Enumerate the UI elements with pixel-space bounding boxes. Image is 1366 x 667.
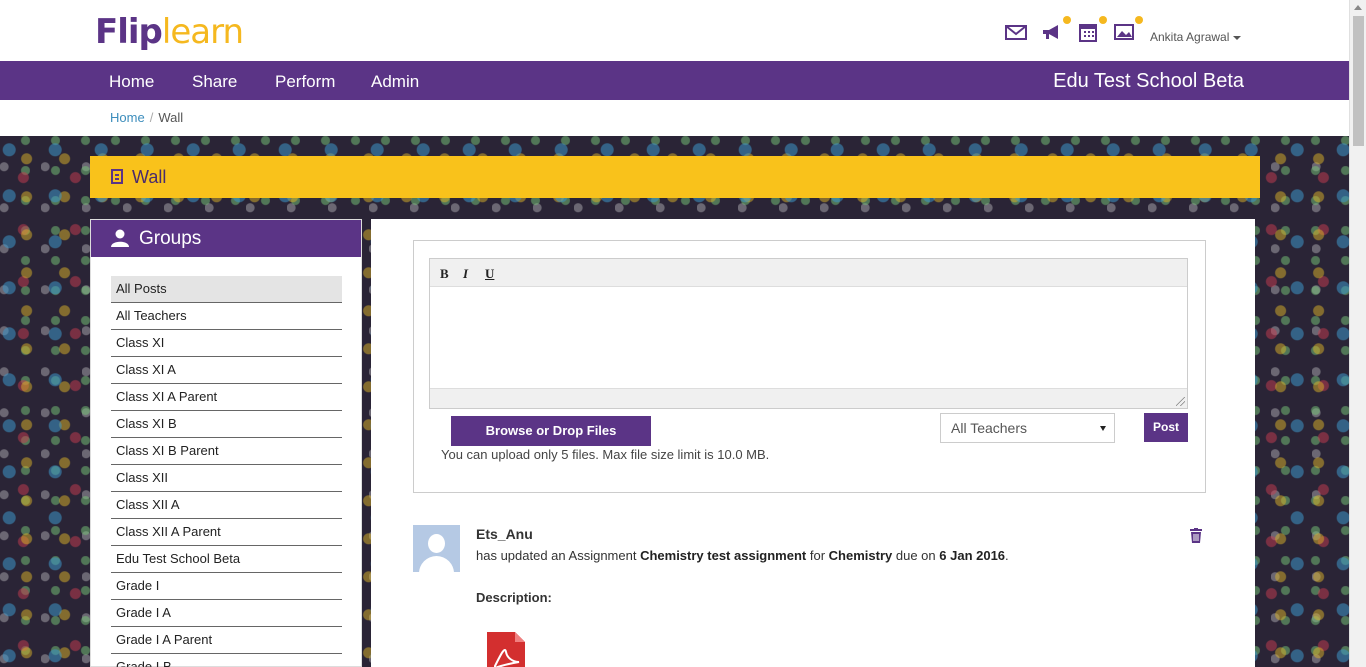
page-scrollbar[interactable] bbox=[1349, 0, 1366, 667]
breadcrumb-home[interactable]: Home bbox=[110, 110, 145, 125]
due-date: 6 Jan 2016 bbox=[939, 548, 1006, 563]
resize-handle-icon[interactable] bbox=[1176, 397, 1185, 406]
group-item-class-xi-b-parent[interactable]: Class XI B Parent bbox=[111, 438, 342, 465]
underline-button[interactable]: U bbox=[485, 266, 494, 282]
activity-text: due on bbox=[895, 548, 936, 563]
nav-admin[interactable]: Admin bbox=[371, 72, 419, 92]
italic-button[interactable]: I bbox=[463, 266, 468, 282]
top-header: Fliplearn Ankita Agrawal bbox=[0, 0, 1349, 61]
school-name: Edu Test School Beta bbox=[1053, 70, 1244, 92]
upload-limit-note: You can upload only 5 files. Max file si… bbox=[441, 447, 770, 462]
editor-statusbar bbox=[430, 388, 1187, 408]
breadcrumb-separator: / bbox=[149, 110, 154, 125]
notification-dot bbox=[1099, 16, 1107, 24]
fliplearn-logo[interactable]: Fliplearn bbox=[95, 12, 244, 52]
activity-text: has updated an Assignment bbox=[476, 548, 637, 563]
wall-header: Wall bbox=[90, 156, 1260, 198]
group-item-grade-i-a-parent[interactable]: Grade I A Parent bbox=[111, 627, 342, 654]
groups-title: Groups bbox=[139, 228, 202, 249]
logo-text-learn: learn bbox=[161, 12, 244, 52]
mail-icon[interactable] bbox=[1005, 22, 1027, 42]
wall-title: Wall bbox=[132, 167, 167, 187]
user-menu[interactable]: Ankita Agrawal bbox=[1150, 30, 1242, 44]
description-label: Description: bbox=[476, 590, 552, 605]
scroll-up-icon[interactable] bbox=[1354, 5, 1362, 10]
chevron-down-icon bbox=[1233, 35, 1242, 40]
scrollbar-thumb[interactable] bbox=[1353, 16, 1364, 146]
browse-files-button[interactable]: Browse or Drop Files bbox=[451, 416, 651, 446]
groups-list: All Posts All Teachers Class XI Class XI… bbox=[111, 276, 342, 667]
post-composer: B I U Browse or Drop Files You can uploa… bbox=[413, 240, 1206, 493]
calendar-icon[interactable] bbox=[1077, 16, 1107, 42]
editor-toolbar: B I U bbox=[430, 259, 1187, 287]
megaphone-icon[interactable] bbox=[1041, 16, 1071, 42]
avatar-head bbox=[428, 534, 445, 553]
breadcrumb: Home / Wall bbox=[110, 110, 183, 125]
group-item-all-teachers[interactable]: All Teachers bbox=[111, 303, 342, 330]
wall-main: B I U Browse or Drop Files You can uploa… bbox=[371, 219, 1255, 667]
group-item-grade-i[interactable]: Grade I bbox=[111, 573, 342, 600]
nav-share[interactable]: Share bbox=[192, 72, 237, 92]
rich-text-editor: B I U bbox=[429, 258, 1188, 409]
group-item-class-xii-a-parent[interactable]: Class XII A Parent bbox=[111, 519, 342, 546]
group-item-class-xi[interactable]: Class XI bbox=[111, 330, 342, 357]
post-text-area[interactable] bbox=[430, 287, 1187, 388]
chevron-down-icon bbox=[1100, 426, 1106, 431]
activity-text: . bbox=[1005, 548, 1009, 563]
trash-icon[interactable] bbox=[1190, 528, 1202, 543]
groups-panel: Groups All Posts All Teachers Class XI C… bbox=[90, 219, 362, 667]
wall-icon bbox=[111, 169, 123, 184]
avatar-body bbox=[419, 556, 454, 572]
group-item-class-xii[interactable]: Class XII bbox=[111, 465, 342, 492]
post-button[interactable]: Post bbox=[1144, 413, 1188, 442]
pdf-file-icon[interactable] bbox=[487, 632, 525, 667]
header-icons bbox=[1005, 16, 1143, 42]
logo-text-flip: Flip bbox=[95, 12, 163, 52]
group-item-class-xi-a[interactable]: Class XI A bbox=[111, 357, 342, 384]
group-item-class-xi-b[interactable]: Class XI B bbox=[111, 411, 342, 438]
breadcrumb-current: Wall bbox=[158, 110, 184, 125]
group-item-edu-test-school-beta[interactable]: Edu Test School Beta bbox=[111, 546, 342, 573]
audience-select[interactable]: All Teachers bbox=[940, 413, 1115, 443]
nav-home[interactable]: Home bbox=[109, 72, 154, 92]
subject-name: Chemistry bbox=[828, 548, 893, 563]
post-author[interactable]: Ets_Anu bbox=[476, 526, 533, 542]
avatar[interactable] bbox=[413, 525, 460, 572]
group-item-class-xi-a-parent[interactable]: Class XI A Parent bbox=[111, 384, 342, 411]
nav-perform[interactable]: Perform bbox=[275, 72, 335, 92]
group-item-grade-i-a[interactable]: Grade I A bbox=[111, 600, 342, 627]
user-name: Ankita Agrawal bbox=[1150, 30, 1230, 44]
bold-button[interactable]: B bbox=[440, 266, 449, 282]
gallery-icon[interactable] bbox=[1113, 16, 1143, 42]
main-nav: Home Share Perform Admin Edu Test School… bbox=[0, 61, 1349, 100]
notification-dot bbox=[1135, 16, 1143, 24]
group-item-grade-i-b[interactable]: Grade I B bbox=[111, 654, 342, 667]
user-icon bbox=[111, 229, 129, 247]
assignment-name: Chemistry test assignment bbox=[640, 548, 807, 563]
post-activity: has updated an Assignment Chemistry test… bbox=[476, 548, 1009, 563]
group-item-all-posts[interactable]: All Posts bbox=[111, 276, 342, 303]
groups-header: Groups bbox=[91, 220, 361, 257]
notification-dot bbox=[1063, 16, 1071, 24]
activity-text: for bbox=[809, 548, 826, 563]
group-item-class-xii-a[interactable]: Class XII A bbox=[111, 492, 342, 519]
audience-selected: All Teachers bbox=[951, 420, 1028, 436]
